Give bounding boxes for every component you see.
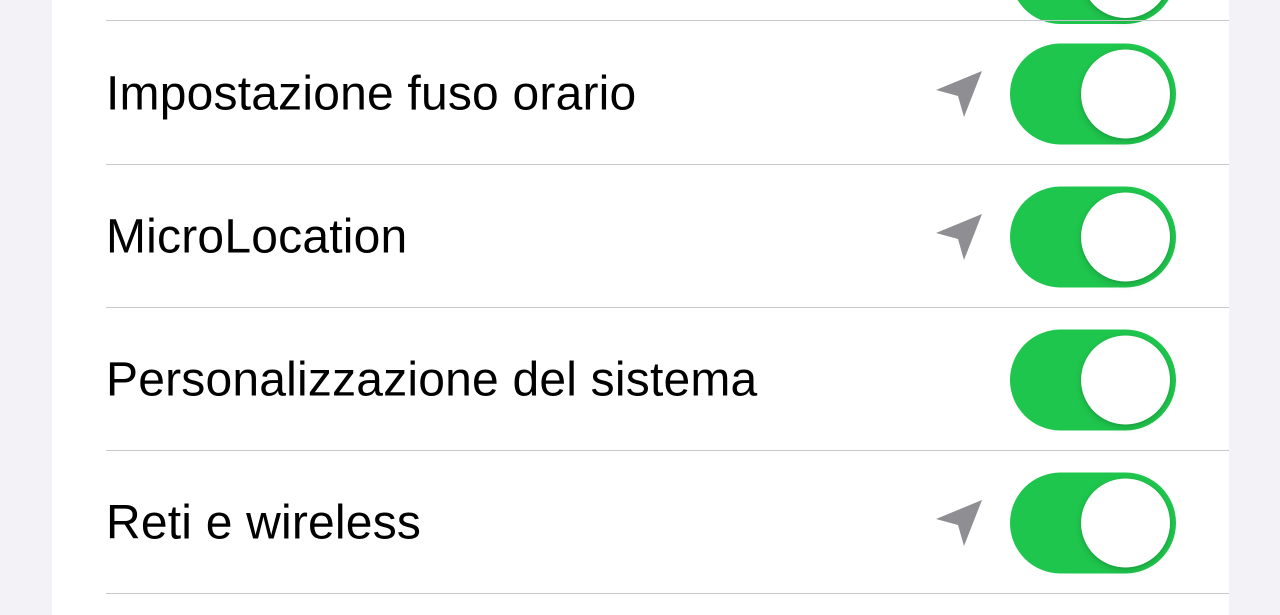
toggle-switch-networks-wireless[interactable] (1010, 472, 1176, 573)
row-separator (106, 20, 1229, 21)
list-item-networks-wireless[interactable]: Reti e wireless (52, 451, 1229, 594)
toggle-knob (1081, 478, 1170, 567)
row-label: Personalizzazione del sistema (106, 353, 758, 406)
location-arrow-icon (936, 213, 982, 260)
settings-list-card: Impostazione fuso orario MicroLocation P… (52, 0, 1229, 615)
toggle-knob (1081, 192, 1170, 281)
list-item-time-zone[interactable]: Impostazione fuso orario (52, 22, 1229, 165)
row-label: Reti e wireless (106, 496, 422, 549)
list-item-microlocation[interactable]: MicroLocation (52, 165, 1229, 308)
list-item-partial (52, 0, 1229, 24)
toggle-switch-system-customization[interactable] (1010, 329, 1176, 430)
location-arrow-icon (936, 499, 982, 546)
toggle-knob (1081, 335, 1170, 424)
location-arrow-icon (936, 70, 982, 117)
toggle-switch-time-zone[interactable] (1010, 43, 1176, 144)
toggle-knob (1081, 49, 1170, 138)
toggle-knob (1081, 0, 1170, 18)
row-separator (106, 593, 1229, 594)
toggle-switch-microlocation[interactable] (1010, 186, 1176, 287)
list-item-system-customization[interactable]: Personalizzazione del sistema (52, 308, 1229, 451)
row-label: Impostazione fuso orario (106, 67, 637, 120)
row-label: MicroLocation (106, 210, 408, 263)
